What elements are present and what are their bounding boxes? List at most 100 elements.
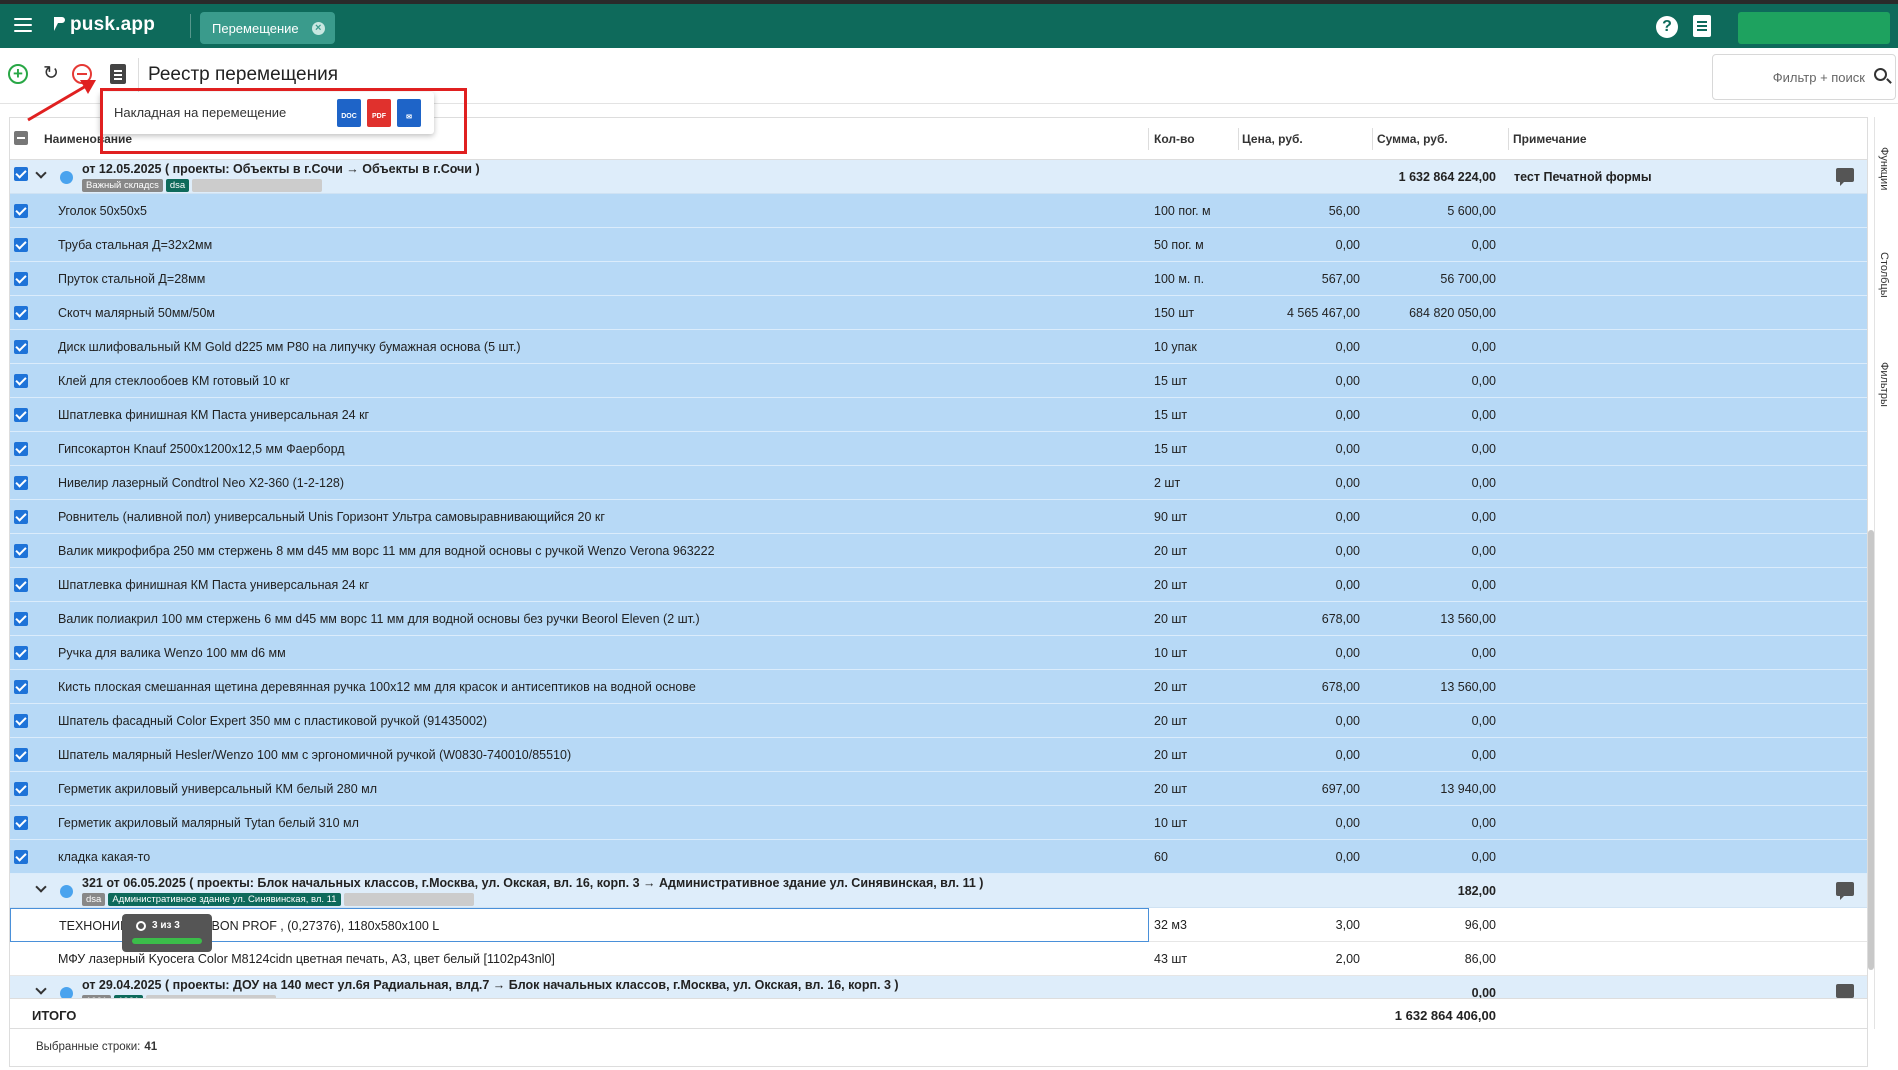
cell-name[interactable]: кладка какая-то [10, 840, 1149, 874]
cell-name[interactable]: Пруток стальной Д=28мм [10, 262, 1149, 296]
table-row[interactable]: Кисть плоская смешанная щетина деревянна… [10, 670, 1867, 704]
side-tab-columns[interactable]: Столбцы [1878, 252, 1890, 298]
menu-icon[interactable] [14, 18, 32, 32]
remove-icon[interactable] [72, 64, 92, 84]
cell-name[interactable]: Скотч малярный 50мм/50м [10, 296, 1149, 330]
column-separator[interactable] [1372, 128, 1373, 150]
column-separator[interactable] [1508, 128, 1509, 150]
comment-icon[interactable] [1836, 882, 1854, 900]
side-tab-filters[interactable]: Фильтры [1878, 362, 1890, 407]
column-header-note[interactable]: Примечание [1513, 132, 1587, 146]
help-icon[interactable]: ? [1656, 16, 1678, 38]
cell-sum: 13 940,00 [1440, 782, 1496, 796]
cell-price: 0,00 [1335, 340, 1360, 354]
chevron-down-icon[interactable] [35, 983, 47, 995]
table-row[interactable]: Гипсокартон Knauf 2500х1200х12,5 мм Фаер… [10, 432, 1867, 466]
table-row[interactable]: Клей для стеклообоев КМ готовый 10 кг 15 … [10, 364, 1867, 398]
brand-name: pusk.app [70, 14, 156, 35]
print-document-icon[interactable] [110, 64, 126, 84]
table-row[interactable]: Уголок 50х50х5 100 пог. м 56,00 5 600,00 [10, 194, 1867, 228]
status-dot-icon [60, 885, 73, 898]
select-all-checkbox[interactable] [14, 131, 28, 145]
comment-icon[interactable] [1836, 984, 1854, 1002]
column-separator[interactable] [1148, 128, 1149, 150]
tab-transfer[interactable]: Перемещение × [200, 12, 335, 44]
table-row[interactable]: Валик микрофибра 250 мм стержень 8 мм d4… [10, 534, 1867, 568]
group-sum: 1 632 864 224,00 [1398, 170, 1496, 184]
group-tag: dsa [82, 893, 106, 906]
group-row[interactable]: 321 от 06.05.2025 ( проекты: Блок началь… [10, 874, 1867, 908]
cell-name[interactable]: Шпатель малярный Hesler/Wenzo 100 мм с э… [10, 738, 1149, 772]
cell-price: 0,00 [1335, 544, 1360, 558]
cell-name[interactable]: Валик микрофибра 250 мм стержень 8 мм d4… [10, 534, 1149, 568]
cell-name[interactable]: Кисть плоская смешанная щетина деревянна… [10, 670, 1149, 704]
cell-name[interactable]: Ручка для валика Wenzo 100 мм d6 мм [10, 636, 1149, 670]
table-row[interactable]: МФУ лазерный Kyocera Color M8124cidn цве… [10, 942, 1867, 976]
search-icon[interactable] [1874, 68, 1887, 81]
cell-price: 0,00 [1335, 816, 1360, 830]
cell-qty: 100 пог. м [1154, 204, 1211, 218]
filter-search-input[interactable]: Фильтр + поиск [1712, 54, 1896, 100]
table-row[interactable]: Ровнитель (наливной пол) универсальный U… [10, 500, 1867, 534]
cell-qty: 10 упак [1154, 340, 1197, 354]
cell-sum: 5 600,00 [1447, 204, 1496, 218]
cell-price: 567,00 [1321, 272, 1360, 286]
cell-sum: 0,00 [1471, 442, 1496, 456]
selected-rows-label: Выбранные строки: [36, 1041, 141, 1053]
table-row[interactable]: Герметик акриловый малярный Tytan белый … [10, 806, 1867, 840]
table-row[interactable]: Валик полиакрил 100 мм стержень 6 мм d45… [10, 602, 1867, 636]
comment-icon[interactable] [1836, 168, 1854, 186]
table-row[interactable]: Герметик акриловый универсальный КМ белы… [10, 772, 1867, 806]
column-header-qty[interactable]: Кол-во [1154, 132, 1195, 146]
cell-name[interactable]: Шпатель фасадный Color Expert 350 мм с п… [10, 704, 1149, 738]
table-row[interactable]: ТЕХНОНИКОЛЬ XPS CARBON PROF , (0,27376),… [10, 908, 1867, 942]
group-tag: dsa [165, 179, 190, 192]
refresh-icon[interactable]: ↻ [41, 64, 61, 84]
add-icon[interactable]: + [8, 64, 28, 84]
cell-name[interactable]: Герметик акриловый малярный Tytan белый … [10, 806, 1149, 840]
table-row[interactable]: Шпатель малярный Hesler/Wenzo 100 мм с э… [10, 738, 1867, 772]
cell-name[interactable]: Шпатлевка финишная КМ Паста универсальна… [10, 568, 1149, 602]
divider [190, 14, 191, 38]
table-row[interactable]: кладка какая-то 60 0,00 0,00 [10, 840, 1867, 874]
cell-name[interactable]: Диск шлифовальный КМ Gold d225 мм P80 на… [10, 330, 1149, 364]
side-tab-functions[interactable]: Функции [1878, 147, 1890, 190]
chevron-down-icon[interactable] [35, 881, 47, 893]
side-panel: Функции Столбцы Фильтры [1874, 117, 1898, 1029]
cell-name[interactable]: Труба стальная Д=32х2мм [10, 228, 1149, 262]
group-row[interactable]: от 12.05.2025 ( проекты: Объекты в г.Соч… [10, 160, 1867, 194]
cell-price: 678,00 [1321, 612, 1360, 626]
table-row[interactable]: Труба стальная Д=32х2мм 50 пог. м 0,00 0,00 [10, 228, 1867, 262]
column-header-price[interactable]: Цена, руб. [1242, 132, 1303, 146]
table-row[interactable]: Скотч малярный 50мм/50м 150 шт 4 565 467,0… [10, 296, 1867, 330]
cell-name[interactable]: Уголок 50х50х5 [10, 194, 1149, 228]
cell-name[interactable]: Гипсокартон Knauf 2500х1200х12,5 мм Фаер… [10, 432, 1149, 466]
row-checkbox[interactable] [14, 167, 28, 181]
cell-price: 4 565 467,00 [1287, 306, 1360, 320]
cell-name[interactable]: Шпатлевка финишная КМ Паста универсальна… [10, 398, 1149, 432]
cell-name[interactable]: Валик полиакрил 100 мм стержень 6 мм d45… [10, 602, 1149, 636]
cell-qty: 20 шт [1154, 714, 1188, 728]
cell-name[interactable]: Нивелир лазерный Condtrol Neo X2-360 (1-… [10, 466, 1149, 500]
column-separator[interactable] [1238, 128, 1239, 150]
table-row[interactable]: Нивелир лазерный Condtrol Neo X2-360 (1-… [10, 466, 1867, 500]
user-account-button[interactable] [1738, 12, 1890, 44]
cell-name[interactable]: Ровнитель (наливной пол) универсальный U… [10, 500, 1149, 534]
column-header-sum[interactable]: Сумма, руб. [1377, 132, 1448, 146]
document-icon[interactable] [1693, 15, 1711, 37]
group-tags: dsa Административное здание ул. Синявинск… [82, 893, 474, 906]
chevron-down-icon[interactable] [35, 167, 47, 179]
table-row[interactable]: Шпатель фасадный Color Expert 350 мм с п… [10, 704, 1867, 738]
table-row[interactable]: Диск шлифовальный КМ Gold d225 мм P80 на… [10, 330, 1867, 364]
table-row[interactable]: Шпатлевка финишная КМ Паста универсальна… [10, 398, 1867, 432]
table-row[interactable]: Шпатлевка финишная КМ Паста универсальна… [10, 568, 1867, 602]
cell-price: 0,00 [1335, 714, 1360, 728]
brand-logo[interactable]: pusk.app [52, 14, 155, 36]
close-icon[interactable]: × [311, 22, 325, 35]
cell-sum: 0,00 [1471, 238, 1496, 252]
cell-name[interactable]: Клей для стеклообоев КМ готовый 10 кг [10, 364, 1149, 398]
spinner-icon [136, 921, 146, 931]
cell-name[interactable]: Герметик акриловый универсальный КМ белы… [10, 772, 1149, 806]
table-row[interactable]: Ручка для валика Wenzo 100 мм d6 мм 10 шт… [10, 636, 1867, 670]
table-row[interactable]: Пруток стальной Д=28мм 100 м. п. 567,00 56 … [10, 262, 1867, 296]
